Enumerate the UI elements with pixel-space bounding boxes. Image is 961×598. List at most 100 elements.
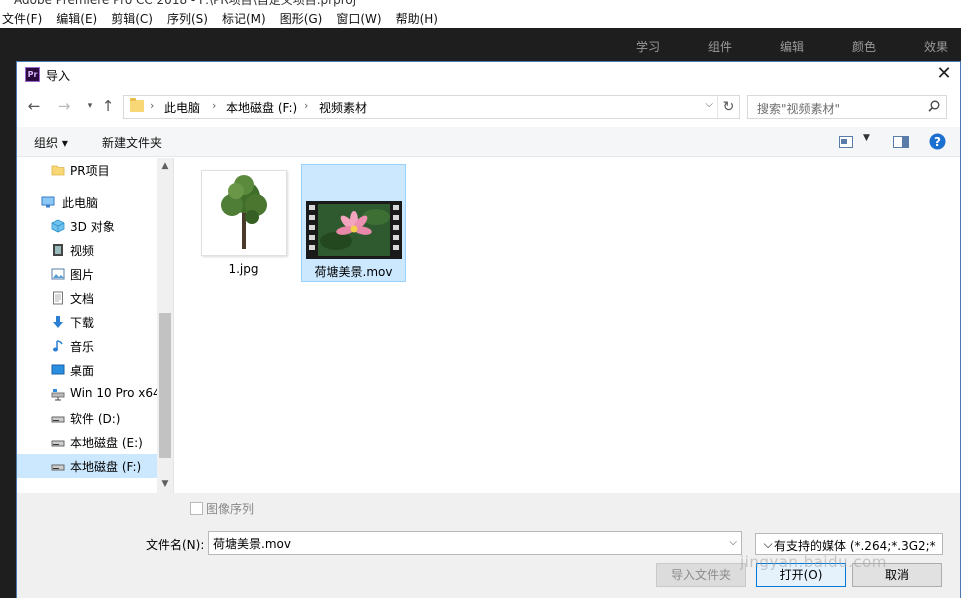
workspace-tab-effects[interactable]: 效果	[900, 36, 961, 58]
nav-item-label: 桌面	[70, 364, 95, 378]
import-folder-button[interactable]: 导入文件夹	[656, 563, 746, 587]
nav-item-pictures[interactable]: 图片	[17, 262, 157, 286]
nav-item-pr-project[interactable]: PR项目	[17, 158, 157, 182]
scroll-up-arrow-icon[interactable]: ▲	[157, 158, 173, 174]
nav-item-label: 视频	[70, 244, 95, 258]
workspace-tab-assembly[interactable]: 组件	[684, 36, 756, 58]
nav-item-label: 图片	[70, 268, 95, 282]
nav-item-drive-f[interactable]: 本地磁盘 (F:)	[17, 454, 157, 478]
address-dropdown-chevron-icon[interactable]: ⌵	[705, 99, 713, 110]
tree-image-icon	[221, 175, 267, 249]
navigation-row: ← → ▾ ↑ › 此电脑 › 本地磁盘 (F:) › 视频素材 ⌵ ↻ 搜索"…	[17, 95, 960, 119]
breadcrumb-separator-icon[interactable]: ›	[304, 99, 308, 112]
file-item-1-jpg[interactable]: 1.jpg	[191, 164, 296, 282]
workspace-tab-color[interactable]: 颜色	[828, 36, 900, 58]
menu-clip[interactable]: 剪辑(C)	[104, 10, 160, 27]
nav-item-drive-e[interactable]: 本地磁盘 (E:)	[17, 430, 157, 454]
recent-locations-chevron-icon[interactable]: ▾	[81, 97, 99, 115]
file-type-select[interactable]: 所有支持的媒体 (*.264;*.3G2;* ⌵	[755, 533, 943, 555]
nav-item-music[interactable]: 音乐	[17, 334, 157, 358]
file-item-lotus-mov[interactable]: 荷塘美景.mov	[301, 164, 406, 282]
picture-icon	[51, 268, 65, 280]
breadcrumb-separator-icon[interactable]: ›	[150, 99, 154, 112]
breadcrumb-drive-f[interactable]: 本地磁盘 (F:)	[226, 99, 297, 116]
nav-item-label: 软件 (D:)	[70, 412, 121, 426]
search-box[interactable]: 搜索"视频素材"	[747, 95, 947, 119]
workspace-tab-learn[interactable]: 学习	[612, 36, 684, 58]
menu-file[interactable]: 文件(F)	[0, 10, 49, 27]
breadcrumb-video-materials[interactable]: 视频素材	[319, 99, 367, 116]
file-name: 1.jpg	[228, 262, 259, 276]
scrollbar-thumb[interactable]	[159, 313, 171, 458]
preview-pane-icon[interactable]	[893, 136, 909, 148]
premiere-app-icon: Pr	[25, 67, 40, 82]
back-arrow-icon[interactable]: ←	[25, 97, 43, 115]
forward-arrow-icon[interactable]: →	[55, 97, 73, 115]
drive-icon	[51, 416, 65, 423]
video-thumbnail	[306, 201, 402, 259]
image-thumbnail	[201, 170, 287, 256]
import-dialog: Pr 导入 ✕ ← → ▾ ↑ › 此电脑 › 本地磁盘 (F:) › 视频素材…	[16, 61, 961, 598]
view-options-icon[interactable]	[839, 136, 853, 148]
menu-edit[interactable]: 编辑(E)	[49, 10, 104, 27]
app-title: Adobe Premiere Pro CC 2018 - F:\PR项目\自定义…	[14, 0, 357, 7]
up-arrow-icon[interactable]: ↑	[99, 97, 117, 115]
menu-markers[interactable]: 标记(M)	[215, 10, 273, 27]
filename-dropdown-chevron-icon[interactable]: ⌵	[729, 537, 737, 548]
nav-item-downloads[interactable]: 下载	[17, 310, 157, 334]
nav-item-label: 本地磁盘 (F:)	[70, 460, 142, 474]
menu-graphics[interactable]: 图形(G)	[273, 10, 330, 27]
nav-item-label: 3D 对象	[70, 220, 115, 234]
nav-item-videos[interactable]: 视频	[17, 238, 157, 262]
filename-field[interactable]: ⌵	[208, 531, 742, 555]
navigation-pane-scrollbar[interactable]: ▲ ▼	[157, 158, 173, 493]
breadcrumb-this-pc[interactable]: 此电脑	[164, 99, 200, 116]
lotus-video-icon	[306, 201, 402, 259]
document-icon	[53, 291, 63, 305]
breadcrumb-separator-icon[interactable]: ›	[212, 99, 216, 112]
nav-item-label: Win 10 Pro x64	[70, 386, 161, 400]
image-sequence-label: 图像序列	[206, 502, 255, 516]
command-bar: 组织 ▾ 新建文件夹 ▼ ?	[17, 127, 960, 157]
nav-item-3d-objects[interactable]: 3D 对象	[17, 214, 157, 238]
nav-item-label: 下载	[70, 316, 95, 330]
nav-item-documents[interactable]: 文档	[17, 286, 157, 310]
cube-icon	[51, 219, 65, 233]
search-icon	[928, 100, 940, 112]
nav-item-label: 此电脑	[62, 196, 99, 210]
menu-help[interactable]: 帮助(H)	[389, 10, 445, 27]
app-title-bar: Adobe Premiere Pro CC 2018 - F:\PR项目\自定义…	[0, 0, 961, 8]
nav-item-desktop[interactable]: 桌面	[17, 358, 157, 382]
view-dropdown-chevron-icon[interactable]: ▼	[863, 133, 870, 143]
network-drive-icon	[51, 389, 65, 401]
image-sequence-checkbox[interactable]	[190, 502, 203, 515]
filename-label: 文件名(N):	[146, 538, 205, 552]
drive-icon	[51, 440, 65, 447]
close-icon[interactable]: ✕	[936, 65, 952, 83]
file-type-dropdown-chevron-icon[interactable]: ⌵	[762, 537, 774, 552]
folder-icon	[51, 165, 65, 176]
file-type-value: 所有支持的媒体 (*.264;*.3G2;*	[762, 539, 936, 553]
menu-window[interactable]: 窗口(W)	[329, 10, 388, 27]
address-bar[interactable]: › 此电脑 › 本地磁盘 (F:) › 视频素材 ⌵ ↻	[123, 95, 740, 119]
organize-button[interactable]: 组织 ▾	[34, 134, 68, 151]
video-icon	[53, 244, 63, 256]
filename-input[interactable]	[213, 535, 713, 551]
nav-item-win10-network[interactable]: Win 10 Pro x64	[17, 382, 161, 406]
nav-item-this-pc[interactable]: 此电脑	[17, 190, 157, 214]
scroll-down-arrow-icon[interactable]: ▼	[157, 476, 173, 492]
navigation-pane: PR项目 此电脑 3D 对象 视频 图片 文档 下载 音乐 桌面 Win 10 …	[17, 158, 173, 493]
nav-item-drive-d[interactable]: 软件 (D:)	[17, 406, 157, 430]
nav-item-label: 音乐	[70, 340, 95, 354]
dialog-title-bar: Pr 导入 ✕	[17, 62, 960, 88]
workspace-tab-editing[interactable]: 编辑	[756, 36, 828, 58]
new-folder-button[interactable]: 新建文件夹	[102, 134, 162, 151]
refresh-icon[interactable]: ↻	[717, 96, 739, 118]
computer-icon	[41, 196, 55, 208]
dialog-footer: 图像序列 文件名(N): ⌵ 所有支持的媒体 (*.264;*.3G2;* ⌵ …	[17, 493, 960, 598]
help-icon[interactable]: ?	[929, 133, 946, 150]
watermark-text: jingyan.baidu.com	[740, 553, 887, 571]
folder-icon	[130, 98, 144, 112]
menu-sequence[interactable]: 序列(S)	[160, 10, 215, 27]
search-placeholder: 搜索"视频素材"	[757, 102, 841, 116]
